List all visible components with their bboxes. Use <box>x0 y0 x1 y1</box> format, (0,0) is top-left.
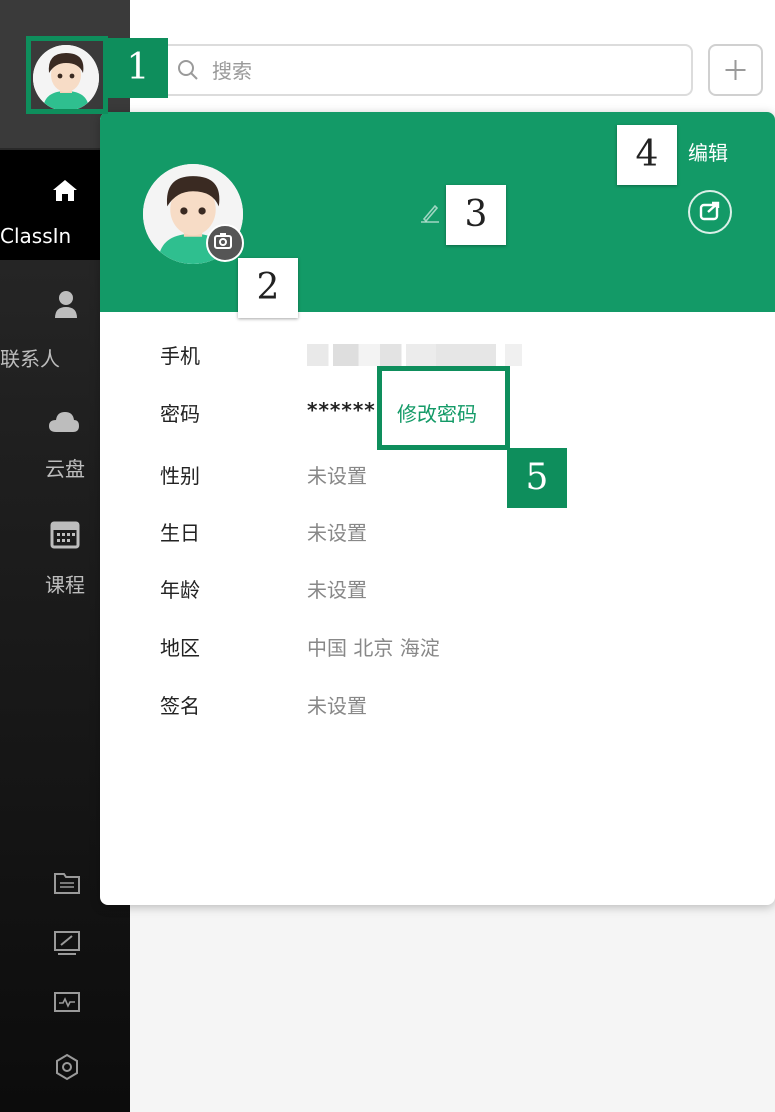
field-label: 密码 <box>160 402 200 426</box>
field-label: 地区 <box>160 636 200 660</box>
sidebar-item-label: 联系人 <box>0 347 60 371</box>
field-value: 未设置 <box>307 521 367 545</box>
field-label: 生日 <box>160 521 200 545</box>
whiteboard-icon[interactable] <box>52 928 82 958</box>
sidebar-item-label: 云盘 <box>45 457 85 481</box>
field-value: 未设置 <box>307 694 367 718</box>
settings-icon[interactable] <box>52 1052 82 1082</box>
field-label: 性别 <box>160 464 200 488</box>
share-button[interactable] <box>688 190 732 234</box>
folder-icon[interactable] <box>52 868 82 898</box>
field-value: 未设置 <box>307 578 367 602</box>
callout-1: 1 <box>108 38 168 98</box>
search-icon <box>178 60 198 80</box>
cloud-icon <box>49 412 79 432</box>
field-label: 手机 <box>160 344 200 368</box>
home-icon <box>53 180 77 201</box>
highlight-box-avatar <box>26 36 108 114</box>
search-box[interactable] <box>160 44 693 96</box>
callout-2: 2 <box>238 258 298 318</box>
change-avatar-button[interactable] <box>206 224 244 262</box>
phone-value-redacted <box>307 344 522 366</box>
field-value: 未设置 <box>307 464 367 488</box>
add-button[interactable] <box>708 44 763 96</box>
password-value: ****** <box>307 398 376 422</box>
field-label: 签名 <box>160 694 200 718</box>
field-value: 中国 北京 海淀 <box>307 636 440 660</box>
camera-icon <box>214 233 232 249</box>
calendar-icon <box>50 521 80 549</box>
callout-5: 5 <box>507 448 567 508</box>
field-label: 年龄 <box>160 578 200 602</box>
sidebar-item-label: 课程 <box>45 573 85 597</box>
monitor-icon[interactable] <box>52 988 82 1018</box>
edit-link[interactable]: 编辑 <box>688 137 728 166</box>
callout-3: 3 <box>446 185 506 245</box>
callout-4: 4 <box>617 125 677 185</box>
profile-card: 编辑 手机 密码 ****** 修改密码 性别 未设置 生日 未设置 年龄 未设… <box>100 112 775 905</box>
pencil-icon[interactable] <box>418 200 442 224</box>
contact-icon <box>55 291 77 318</box>
search-input[interactable] <box>210 54 674 88</box>
highlight-box-change-password <box>377 366 510 450</box>
share-icon <box>699 201 720 221</box>
plus-icon <box>725 60 746 80</box>
sidebar-item-label: ClassIn <box>0 224 72 248</box>
